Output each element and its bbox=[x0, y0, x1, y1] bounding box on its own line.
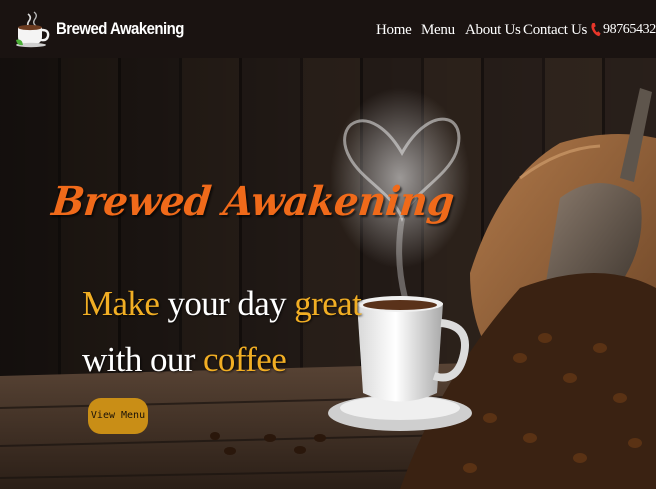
tagline-line-1: Make your day great bbox=[82, 276, 362, 332]
brand[interactable]: Brewed Awakening bbox=[14, 10, 201, 48]
hero-title: Brewed Awakening bbox=[49, 178, 457, 225]
hero-section: Brewed Awakening Make your day great wit… bbox=[0, 58, 656, 489]
nav-about-link[interactable]: About Us bbox=[465, 19, 521, 41]
tagline-line-2: with our coffee bbox=[82, 332, 361, 388]
phone-number[interactable]: 9876543210 bbox=[603, 22, 656, 38]
phone-icon bbox=[591, 22, 601, 37]
tagline-with-our: with our bbox=[82, 340, 203, 379]
brand-name[interactable]: Brewed Awakening bbox=[56, 19, 184, 39]
tagline-your-day: your day bbox=[159, 284, 295, 323]
coffee-cup-icon bbox=[16, 11, 50, 48]
nav-menu-link[interactable]: Menu bbox=[421, 19, 455, 41]
nav-home-link[interactable]: Home bbox=[376, 19, 412, 41]
navbar: Brewed Awakening Home Menu About Us Cont… bbox=[0, 0, 656, 58]
tagline-great: great bbox=[294, 284, 362, 323]
tagline-coffee: coffee bbox=[202, 340, 287, 379]
view-menu-button[interactable]: View Menu bbox=[88, 398, 148, 434]
hero-tagline: Make your day great with our coffee bbox=[82, 276, 362, 388]
nav-contact-link[interactable]: Contact Us bbox=[523, 19, 587, 41]
nav-phone[interactable]: 9876543210 bbox=[590, 19, 656, 41]
tagline-make: Make bbox=[82, 284, 160, 323]
